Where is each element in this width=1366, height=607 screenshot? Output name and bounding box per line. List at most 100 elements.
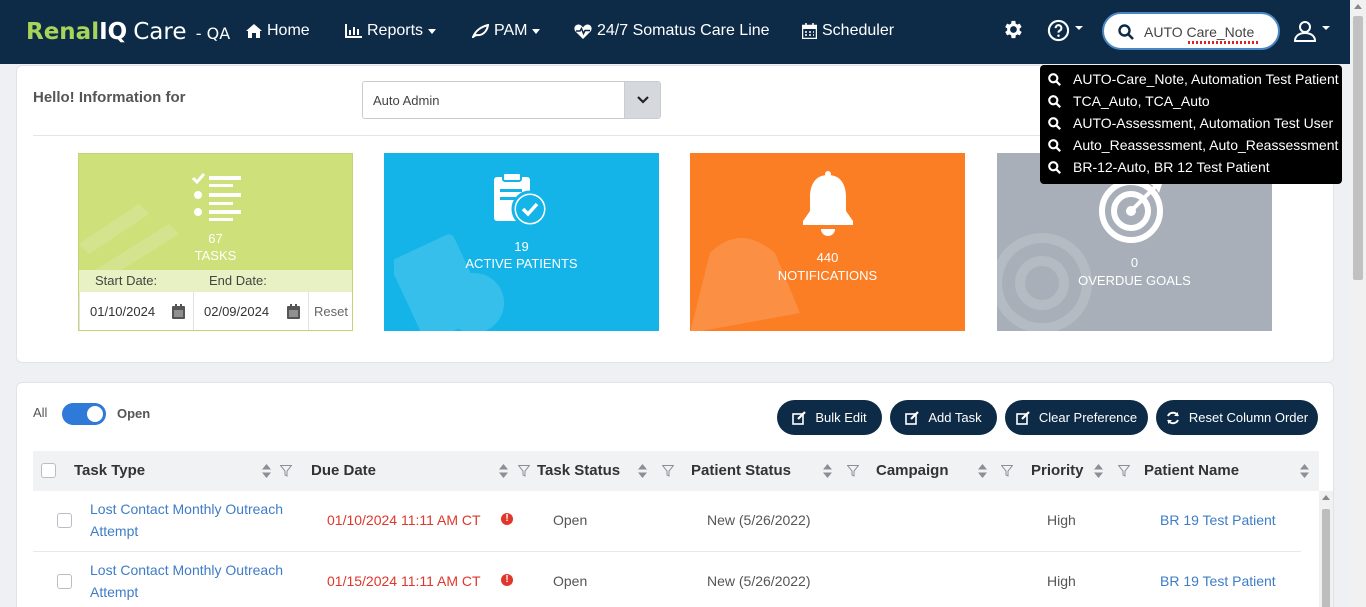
scroll-up-arrow[interactable] [1354, 4, 1362, 9]
nav-reports[interactable]: Reports [345, 22, 437, 40]
table-row[interactable]: Lost Contact Monthly Outreach Attempt 01… [33, 552, 1301, 607]
search-icon [1048, 160, 1061, 174]
tasks-count: 67 [208, 231, 223, 246]
scroll-up-arrow[interactable] [1322, 495, 1330, 500]
calendar-icon[interactable] [287, 304, 300, 319]
search-input[interactable] [1144, 22, 1274, 42]
page-scrollbar[interactable] [1350, 0, 1366, 607]
patient-status: New (5/26/2022) [707, 512, 811, 528]
col-due-date[interactable]: Due Date [311, 462, 376, 479]
task-list-icon [191, 173, 241, 221]
active-patients-count: 19 [514, 239, 529, 254]
table-row[interactable]: Lost Contact Monthly Outreach Attempt 01… [33, 491, 1301, 552]
info-heading: Hello! Information for [33, 89, 186, 106]
filter-icon[interactable] [1001, 465, 1013, 477]
nav-care-line[interactable]: 24/7 Somatus Care Line [574, 22, 770, 40]
help-menu[interactable] [1047, 19, 1083, 42]
reset-dates-button[interactable]: Reset [314, 304, 348, 319]
filter-icon[interactable] [280, 465, 292, 477]
sort-icon[interactable] [1094, 464, 1103, 478]
calendar-icon [802, 23, 817, 39]
user-select[interactable]: Auto Admin [362, 81, 661, 119]
edit-icon [792, 410, 807, 425]
patient-name-link[interactable]: BR 19 Test Patient [1160, 573, 1276, 589]
user-select-toggle[interactable] [624, 82, 660, 118]
overdue-alert-icon: ! [501, 574, 513, 586]
edit-icon [905, 410, 920, 425]
edit-icon [1016, 410, 1030, 425]
col-patient-status[interactable]: Patient Status [691, 462, 791, 479]
col-patient-name[interactable]: Patient Name [1144, 462, 1239, 479]
suggestion-item[interactable]: BR-12-Auto, BR 12 Test Patient [1040, 156, 1342, 178]
top-navbar: RenalIQ Care - QA Home Reports PAM 24/7 S… [0, 0, 1350, 64]
user-menu[interactable] [1293, 19, 1330, 43]
sort-icon[interactable] [262, 464, 271, 478]
col-priority[interactable]: Priority [1031, 462, 1084, 479]
start-date-label: Start Date: [95, 273, 158, 288]
filter-icon[interactable] [1118, 465, 1130, 477]
scroll-thumb[interactable] [1353, 16, 1363, 280]
end-date-input[interactable]: 02/09/2024 [194, 292, 309, 330]
notifications-label: NOTIFICATIONS [777, 268, 878, 283]
scroll-thumb[interactable] [1322, 509, 1330, 607]
end-date-label: End Date: [209, 273, 267, 288]
sort-icon[interactable] [823, 464, 832, 478]
tasks-table-card: All Open Bulk Edit Add Task Clear Prefer… [16, 382, 1334, 607]
user-icon [1293, 21, 1317, 42]
tasks-tile[interactable]: 67 TASKS Start Date: End Date: 01/10/202… [78, 153, 353, 331]
brand-logo[interactable]: RenalIQ Care - QA [26, 19, 230, 45]
col-task-status[interactable]: Task Status [537, 462, 620, 479]
task-type-link[interactable]: Lost Contact Monthly Outreach [90, 562, 283, 578]
heartbeat-icon [574, 23, 592, 39]
all-open-toggle[interactable] [62, 403, 106, 425]
sort-icon[interactable] [638, 464, 647, 478]
task-type-link[interactable]: Attempt [90, 584, 138, 600]
search-icon [1048, 138, 1061, 152]
row-checkbox[interactable] [57, 513, 72, 528]
start-date-input[interactable]: 01/10/2024 [80, 292, 194, 330]
divider [33, 135, 1049, 136]
suggestion-item[interactable]: AUTO-Care_Note, Automation Test Patient [1040, 68, 1342, 90]
active-patients-label: ACTIVE PATIENTS [465, 256, 578, 271]
col-task-type[interactable]: Task Type [74, 462, 145, 479]
filter-icon[interactable] [518, 465, 530, 477]
chevron-down-icon [1322, 26, 1330, 30]
overdue-alert-icon: ! [501, 513, 513, 525]
suggestion-item[interactable]: TCA_Auto, TCA_Auto [1040, 90, 1342, 112]
add-task-button[interactable]: Add Task [890, 400, 997, 435]
calendar-icon[interactable] [172, 304, 185, 319]
priority: High [1047, 573, 1076, 589]
filter-icon[interactable] [662, 465, 674, 477]
nav-home[interactable]: Home [246, 22, 310, 40]
patient-name-link[interactable]: BR 19 Test Patient [1160, 512, 1276, 528]
nav-pam[interactable]: PAM [472, 22, 541, 40]
select-all-checkbox[interactable] [41, 463, 56, 478]
filter-icon[interactable] [847, 465, 859, 477]
table-scrollbar[interactable] [1319, 491, 1333, 607]
nav-scheduler[interactable]: Scheduler [802, 22, 894, 40]
bar-chart-icon [345, 24, 362, 38]
suggestion-item[interactable]: AUTO-Assessment, Automation Test User [1040, 112, 1342, 134]
table-header: Task Type Due Date Task Status Patient S… [33, 451, 1319, 491]
bulk-edit-button[interactable]: Bulk Edit [777, 400, 882, 435]
col-campaign[interactable]: Campaign [876, 462, 949, 479]
nav-pam-label: PAM [494, 22, 528, 39]
gear-icon[interactable] [1001, 18, 1024, 41]
search-icon [1048, 72, 1061, 86]
clear-preference-button[interactable]: Clear Preference [1005, 400, 1148, 435]
task-type-link[interactable]: Lost Contact Monthly Outreach [90, 501, 283, 517]
search-icon [1118, 24, 1134, 40]
sort-icon[interactable] [1300, 464, 1309, 478]
sort-icon[interactable] [978, 464, 987, 478]
chevron-down-icon [636, 96, 649, 104]
task-type-link[interactable]: Attempt [90, 523, 138, 539]
bell-icon [803, 171, 853, 236]
reset-column-order-button[interactable]: Reset Column Order [1156, 400, 1318, 435]
spellcheck-underline [1188, 41, 1258, 44]
notifications-tile[interactable]: 440 NOTIFICATIONS [690, 153, 965, 331]
suggestion-item[interactable]: Auto_Reassessment, Auto_Reassessment [1040, 134, 1342, 156]
patient-search[interactable] [1102, 12, 1280, 50]
sort-icon[interactable] [499, 464, 508, 478]
row-checkbox[interactable] [57, 574, 72, 589]
active-patients-tile[interactable]: 19 ACTIVE PATIENTS [384, 153, 659, 331]
